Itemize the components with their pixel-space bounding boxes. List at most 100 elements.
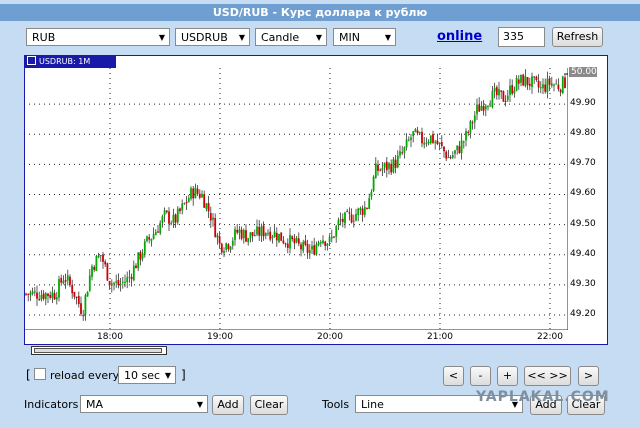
reload-interval-select[interactable]: 10 sec ▼ (118, 366, 176, 384)
period-select[interactable]: MIN ▼ (333, 28, 396, 46)
zoom-in-button[interactable]: + (497, 366, 518, 386)
candle-body (128, 276, 131, 278)
candle-body (427, 141, 430, 144)
candle-body (436, 140, 439, 145)
candle-body (511, 85, 514, 94)
candle-body (185, 201, 188, 204)
pair-select[interactable]: USDRUB ▼ (175, 28, 250, 46)
fit-all-button[interactable]: << >> (524, 366, 571, 386)
chart-tab-label: USDRUB: 1M (39, 57, 91, 66)
currency-select[interactable]: RUB ▼ (26, 28, 170, 46)
candle-body (322, 240, 324, 244)
candle-body (326, 243, 329, 246)
candle-body (126, 277, 129, 283)
candle-body (159, 222, 162, 234)
candle-body (110, 283, 113, 286)
watermark-logo: YAPLAKAL.COM (476, 389, 610, 405)
candle-body (130, 277, 133, 280)
candle-body (275, 232, 278, 241)
refresh-button[interactable]: Refresh (552, 27, 603, 47)
candle-body (31, 291, 34, 294)
candle-body (517, 79, 520, 84)
y-tick-label: 49.20 (570, 308, 596, 319)
candle-body (471, 122, 474, 124)
zoom-out-button[interactable]: - (470, 366, 491, 386)
scrollbar-thumb[interactable] (34, 348, 162, 353)
candle-body (282, 240, 285, 244)
candle-body (366, 208, 368, 210)
scroll-right-button[interactable]: > (578, 366, 599, 386)
chart-tab[interactable]: USDRUB: 1M (24, 55, 116, 68)
candle-body (482, 105, 485, 111)
chart-scrollbar[interactable] (31, 346, 167, 355)
y-tick-label: 49.40 (570, 248, 596, 259)
count-input[interactable]: 335 (498, 27, 545, 47)
candle-body (97, 255, 100, 258)
candle-body (317, 242, 320, 246)
online-link[interactable]: online (437, 29, 482, 44)
candle-body (341, 218, 344, 222)
candle-body (460, 140, 463, 154)
candle-body (119, 283, 122, 285)
indicators-add-button[interactable]: Add (212, 395, 244, 415)
candle-body (370, 191, 373, 197)
candle-body (146, 236, 148, 242)
candle-body (542, 84, 544, 89)
candle-body (190, 188, 192, 199)
candle-body (207, 203, 210, 212)
candle-body (478, 104, 481, 112)
y-tick-label: 49.60 (570, 188, 596, 199)
candle-body (148, 237, 151, 240)
candle-body (223, 251, 225, 254)
candle-body (368, 198, 371, 210)
candle-body (559, 89, 562, 93)
y-tick-label: 49.80 (570, 128, 596, 139)
candle-body (38, 298, 41, 300)
reload-interval-value: 10 sec (124, 369, 161, 382)
candle-body (390, 163, 393, 173)
scroll-left-button[interactable]: < (443, 366, 464, 386)
candle-body (161, 216, 164, 223)
y-tick-label: 49.90 (570, 98, 596, 109)
candle-body (410, 137, 412, 140)
candle-body (135, 265, 137, 269)
candle-body (449, 157, 452, 159)
candle-body (293, 238, 296, 244)
candle-body (192, 188, 195, 199)
candle-body (64, 280, 67, 282)
indicators-clear-button[interactable]: Clear (250, 395, 288, 415)
candle-body (440, 142, 443, 146)
candle-body (302, 242, 305, 251)
candle-body (372, 176, 375, 191)
chevron-down-icon: ▼ (315, 33, 322, 42)
chevron-down-icon: ▼ (196, 400, 203, 409)
candle-body (504, 100, 507, 102)
candle-body (348, 212, 351, 214)
candle-body (196, 188, 199, 194)
candle-body (515, 78, 518, 91)
candle-body (249, 232, 252, 239)
reload-checkbox[interactable] (34, 368, 46, 380)
candle-body (363, 206, 366, 215)
candle-body (240, 229, 243, 239)
indicators-select[interactable]: MA ▼ (80, 395, 208, 413)
candle-body (121, 281, 124, 283)
candle-body (88, 275, 91, 291)
candle-body (247, 237, 250, 243)
candle-body (284, 243, 287, 245)
candle-body (454, 150, 456, 154)
candle-body (181, 203, 184, 211)
candle-body (168, 211, 170, 224)
candle-body (44, 293, 47, 300)
candle-body (493, 88, 496, 92)
candle-body (467, 131, 470, 134)
candle-body (555, 83, 558, 85)
candle-body (273, 231, 276, 237)
candle-body (286, 243, 289, 248)
candle-body (220, 243, 223, 253)
candle-body (416, 130, 419, 134)
chart-type-select[interactable]: Candle ▼ (255, 28, 327, 46)
chevron-down-icon: ▼ (164, 371, 171, 380)
candle-body (443, 146, 445, 152)
candle-body (71, 284, 74, 294)
